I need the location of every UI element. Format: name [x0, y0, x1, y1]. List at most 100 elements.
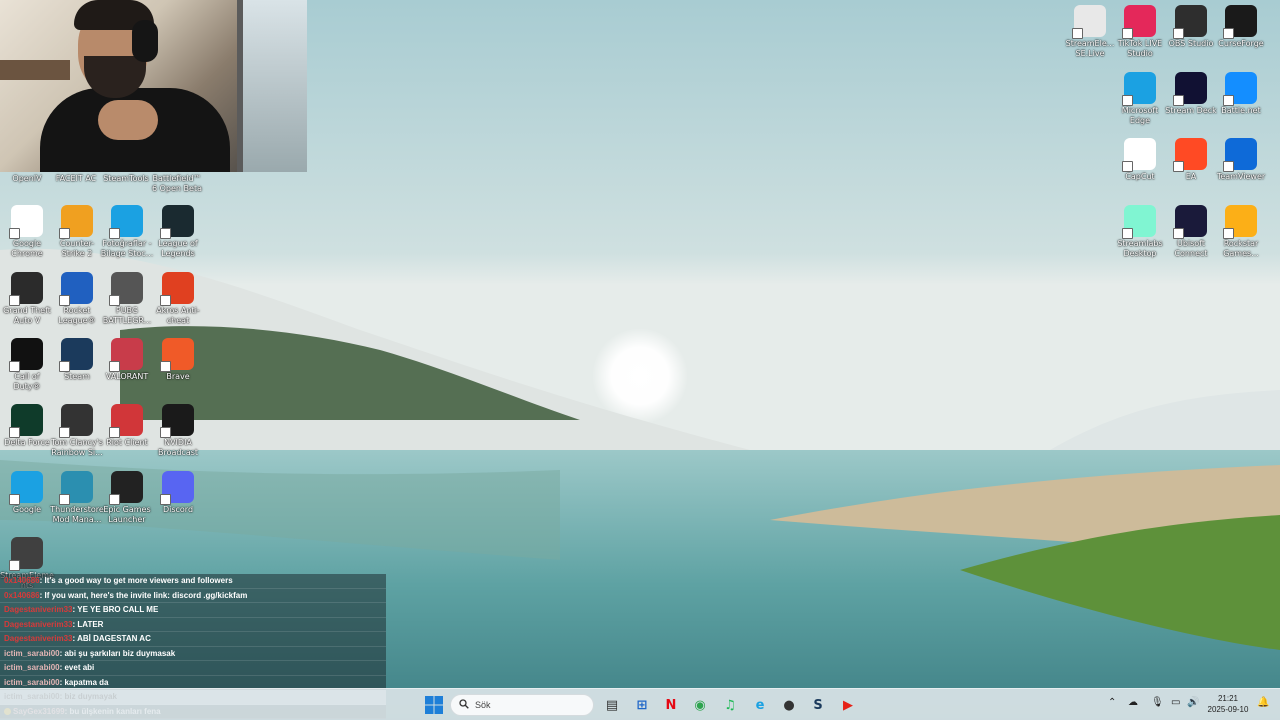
desktop-icon-label: CapCut	[1125, 172, 1155, 181]
desktop-icon[interactable]: EA	[1164, 138, 1218, 182]
desktop-icon[interactable]: Rocket League®	[50, 272, 104, 326]
desktop-icon[interactable]: TikTok LIVE Studio	[1113, 5, 1167, 59]
chat-username: ictim_sarabi00	[4, 663, 60, 672]
desktop-icon-faceit[interactable]: FACEIT AC	[49, 172, 103, 184]
desktop-icon[interactable]: Stream Deck	[1164, 72, 1218, 116]
curseforge-icon	[1223, 5, 1257, 39]
window-frame	[237, 0, 307, 172]
taskbar-app-edge[interactable]: e	[750, 695, 770, 715]
edge-icon: e	[755, 697, 765, 713]
thunderstore-icon	[59, 471, 93, 505]
desktop-icon-battlefield[interactable]: Battlefield™ 6 Open Beta	[150, 172, 204, 194]
chat-text: : abi şu şarkıları biz duymasak	[59, 648, 176, 658]
capcut-icon	[1122, 138, 1156, 172]
desktop-icon-label: OBS Studio	[1168, 39, 1214, 48]
desktop-icon-label: CurseForge	[1218, 39, 1264, 48]
desktop-icon-label: Thunderstore Mod Mana...	[50, 505, 104, 524]
desktop-icon[interactable]: Rockstar Games...	[1214, 205, 1268, 259]
chevron-up-icon[interactable]: ⌃	[1108, 697, 1116, 708]
chat-text: : LATER	[72, 619, 104, 629]
battlenet-icon	[1223, 72, 1257, 106]
desktop-icon-label: TikTok LIVE Studio	[1117, 39, 1163, 58]
network-icon[interactable]: ▭	[1171, 697, 1180, 708]
taskbar-app-youtube[interactable]: ▶	[838, 695, 858, 715]
desktop-icon[interactable]: Thunderstore Mod Mana...	[50, 471, 104, 525]
netflix-icon: N	[665, 697, 677, 713]
volume-icon[interactable]: 🔊	[1187, 697, 1199, 708]
desktop-icon[interactable]: Discord	[151, 471, 205, 515]
taskbar-search[interactable]: Sök	[450, 694, 594, 716]
microphone-icon[interactable]: 🎙	[1151, 697, 1164, 708]
desktop-icon[interactable]: Tom Clancy's Rainbow Si...	[50, 404, 104, 458]
valorant-icon	[109, 338, 143, 372]
desktop-icon[interactable]: Google	[0, 471, 54, 515]
desktop-icon[interactable]: VALORANT	[100, 338, 154, 382]
desktop-icon[interactable]: OBS Studio	[1164, 5, 1218, 49]
taskbar-app-spotify[interactable]: ♫	[720, 695, 740, 715]
desktop-icon-openiv[interactable]: OpenIV	[0, 172, 54, 184]
desktop-icon[interactable]: Battle.net	[1214, 72, 1268, 116]
rocket-league-icon	[59, 272, 93, 306]
desktop-icon-label: Google Chrome	[11, 239, 43, 258]
desktop-icon[interactable]: TeamViewer	[1214, 138, 1268, 182]
desktop-icon[interactable]: Delta Force	[0, 404, 54, 448]
rockstar-icon	[1223, 205, 1257, 239]
desktop-icon-label: Google	[12, 505, 42, 514]
desktop-icon[interactable]: NVIDIA Broadcast	[151, 404, 205, 458]
system-clock[interactable]: 21:21 2025-09-10	[1204, 693, 1252, 715]
cloud-icon[interactable]: ☁	[1128, 697, 1138, 708]
desktop-icon-label: FACEIT AC	[55, 174, 97, 183]
desktop-icon-label: Counter-Strike 2	[59, 239, 95, 258]
desktop-icon-steamtools[interactable]: SteamTools	[99, 172, 153, 184]
chat-username: Dagestaniverim33	[4, 619, 73, 629]
desktop-icon[interactable]: Streamlabs Desktop	[1113, 205, 1167, 259]
desktop-icon[interactable]: Fotoğraflar - Bilage Stoc...	[100, 205, 154, 259]
desktop-icon[interactable]: Riot Client	[100, 404, 154, 448]
chat-message: Dagestaniverim33: LATER	[0, 617, 386, 632]
desktop-icon-label: Call of Duty®	[13, 372, 41, 391]
desktop-icon-label: OpenIV	[12, 174, 42, 183]
akros-icon	[160, 272, 194, 306]
clock-date: 2025-09-10	[1207, 705, 1249, 714]
taskbar-app-obs[interactable]: ●	[779, 695, 799, 715]
desktop-icon[interactable]: CapCut	[1113, 138, 1167, 182]
desktop-icon[interactable]: Epic Games Launcher	[100, 471, 154, 525]
taskbar-app-microsoft-store[interactable]: ⊞	[632, 695, 652, 715]
taskbar-app-steam[interactable]: S	[808, 695, 828, 715]
chat-username: 0x140686	[4, 576, 40, 585]
desktop-icon[interactable]: League of Legends	[151, 205, 205, 259]
taskbar-app-chrome[interactable]: ◉	[690, 695, 710, 715]
desktop-icon[interactable]: Call of Duty®	[0, 338, 54, 392]
desktop-icon[interactable]: StreamEle... SE.Live	[1063, 5, 1117, 59]
youtube-icon: ▶	[843, 697, 853, 713]
desktop-icon-label: Battle.net	[1221, 106, 1261, 115]
desktop-icon-label: NVIDIA Broadcast	[157, 438, 199, 457]
desktop-icon-label: VALORANT	[105, 372, 149, 381]
desktop-icon[interactable]: Google Chrome	[0, 205, 54, 259]
call-of-duty-icon	[9, 338, 43, 372]
desktop-icon[interactable]: Counter-Strike 2	[50, 205, 104, 259]
notification-bell-icon[interactable]: 🔔	[1257, 697, 1269, 708]
desktop-icon[interactable]: Microsoft Edge	[1113, 72, 1167, 126]
desktop-icon-label: Delta Force	[4, 438, 50, 447]
delta-force-icon	[9, 404, 43, 438]
riot-client-icon	[109, 404, 143, 438]
file-explorer-icon: ▤	[605, 697, 619, 713]
windows-logo-icon	[425, 696, 443, 714]
streamelements-icon	[1072, 5, 1106, 39]
desktop-icon[interactable]: CurseForge	[1214, 5, 1268, 49]
desktop-icon[interactable]: Ubisoft Connect	[1164, 205, 1218, 259]
desktop-icon[interactable]: Akros Anti-cheat	[151, 272, 205, 326]
start-button[interactable]	[424, 695, 444, 715]
desktop-icon-label: League of Legends	[158, 239, 198, 258]
taskbar-app-file-explorer[interactable]: ▤	[602, 695, 622, 715]
desktop-icon-label: Stream Deck	[1165, 106, 1217, 115]
streamlabs-icon	[1122, 205, 1156, 239]
desktop-icon[interactable]: Steam	[50, 338, 104, 382]
desktop-icon[interactable]: PUBG BATTLEGR...	[100, 272, 154, 326]
desktop-icon[interactable]: Grand Theft Auto V	[0, 272, 54, 326]
desktop-icon[interactable]: Brave	[151, 338, 205, 382]
desktop-icon-label: Brave	[166, 372, 190, 381]
chat-username: Dagestaniverim33	[4, 605, 73, 614]
taskbar-app-netflix[interactable]: N	[661, 695, 681, 715]
